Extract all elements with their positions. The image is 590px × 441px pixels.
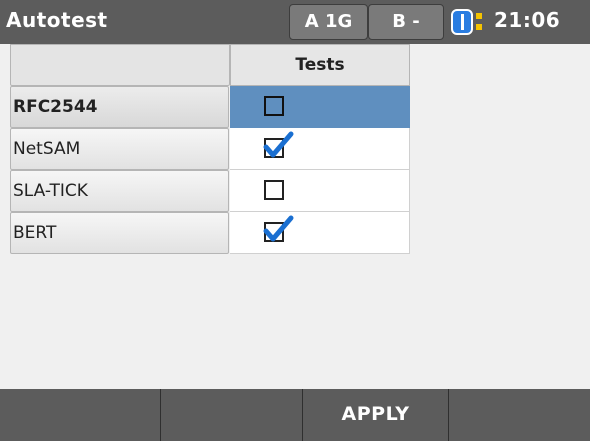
test-cell-sla-tick[interactable] bbox=[230, 170, 410, 212]
softkey-4[interactable] bbox=[448, 389, 590, 441]
row-label: BERT bbox=[13, 223, 57, 243]
row-header-bert[interactable]: BERT bbox=[10, 212, 229, 254]
column-header-tests: Tests bbox=[230, 44, 410, 86]
test-checkbox[interactable] bbox=[264, 96, 284, 116]
test-checkbox[interactable] bbox=[264, 180, 284, 200]
test-cell-rfc2544[interactable] bbox=[230, 86, 410, 128]
test-cell-bert[interactable] bbox=[230, 212, 410, 254]
port-a-status[interactable]: A 1G bbox=[289, 4, 368, 40]
row-header-sla-tick[interactable]: SLA-TICK bbox=[10, 170, 229, 212]
battery-icon bbox=[451, 9, 473, 35]
app-title: Autotest bbox=[6, 8, 108, 32]
apply-button[interactable]: APPLY bbox=[302, 389, 448, 441]
row-label: RFC2544 bbox=[13, 97, 98, 117]
row-header-netsam[interactable]: NetSAM bbox=[10, 128, 229, 170]
checkmark-icon bbox=[263, 215, 294, 242]
power-plug-icon bbox=[476, 24, 482, 30]
port-b-status[interactable]: B - bbox=[368, 4, 444, 40]
row-label: SLA-TICK bbox=[13, 181, 88, 201]
row-label: NetSAM bbox=[13, 139, 81, 159]
softkey-2[interactable] bbox=[160, 389, 302, 441]
title-bar: Autotest A 1G B - 21:06 bbox=[0, 0, 590, 44]
clock: 21:06 bbox=[494, 8, 561, 32]
table-corner bbox=[10, 44, 230, 86]
checkmark-icon bbox=[263, 131, 294, 158]
test-cell-netsam[interactable] bbox=[230, 128, 410, 170]
test-selection-table: Tests RFC2544 NetSAM SLA-TICK BERT bbox=[0, 44, 590, 389]
row-header-rfc2544[interactable]: RFC2544 bbox=[10, 86, 229, 128]
softkey-bar: APPLY bbox=[0, 389, 590, 441]
softkey-1[interactable] bbox=[0, 389, 160, 441]
power-plug-icon bbox=[476, 13, 482, 19]
